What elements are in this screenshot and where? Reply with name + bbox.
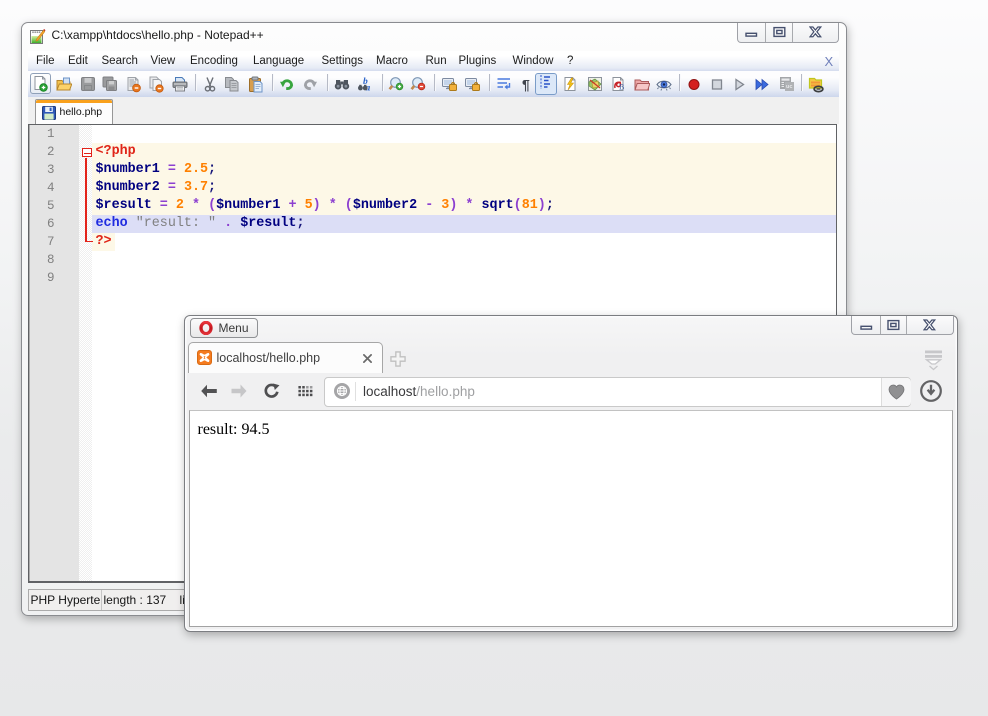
svg-text:¶: ¶: [522, 76, 530, 92]
svg-text:B: B: [619, 82, 624, 91]
svg-text:uc: uc: [786, 84, 792, 90]
